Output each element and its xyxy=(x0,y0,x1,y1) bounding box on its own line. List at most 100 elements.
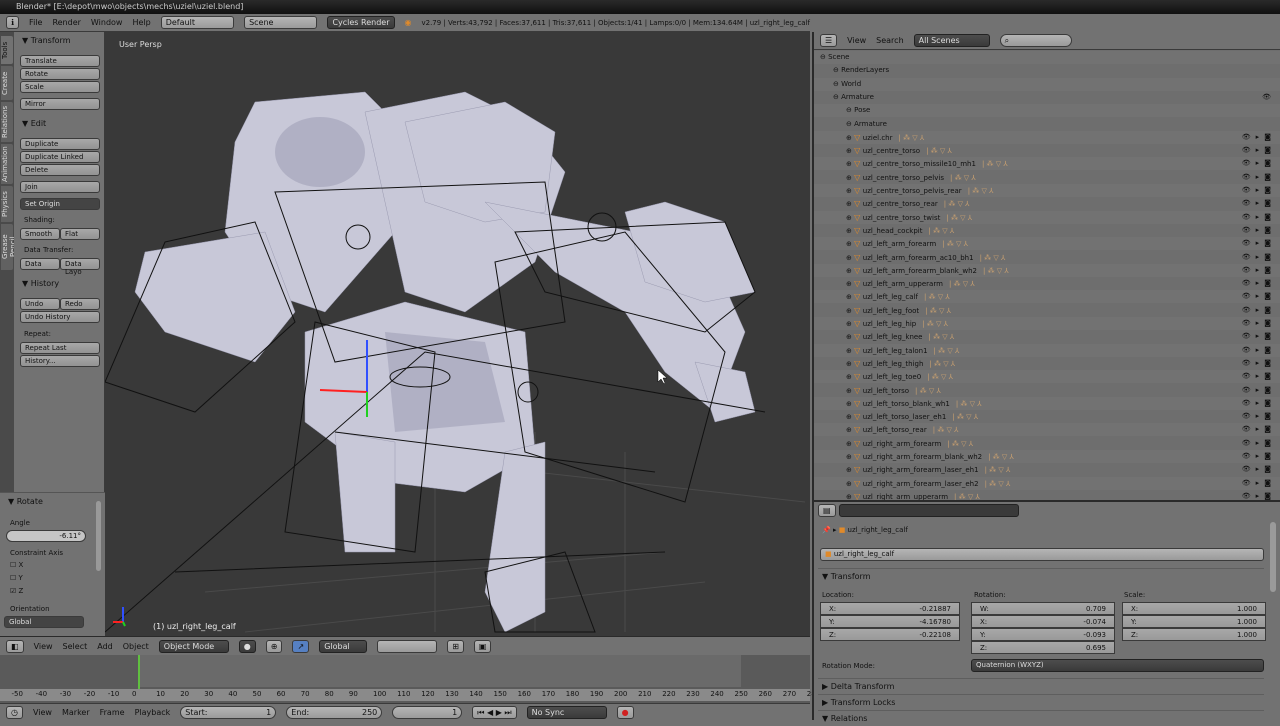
expand-icon[interactable]: ⊕ xyxy=(846,413,854,421)
outliner-object-item[interactable]: ⊕ ▽ uzl_centre_torso_twist | ⁂ ▽ ⅄ 👁▸◙ xyxy=(814,210,1280,224)
outliner-object-item[interactable]: ⊕ ▽ uziel.chr | ⁂ ▽ ⅄ 👁▸◙ xyxy=(814,130,1280,144)
expand-icon[interactable]: ⊕ xyxy=(846,373,854,381)
translate-button[interactable]: Translate xyxy=(20,55,100,67)
search-input[interactable]: ⌕ xyxy=(999,34,1072,47)
mode-select[interactable]: Object Mode xyxy=(158,639,229,653)
outliner-object-item[interactable]: ⊕ ▽ uzl_left_torso_rear | ⁂ ▽ ⅄ 👁▸◙ xyxy=(814,423,1280,437)
delta-transform-section[interactable]: ▶ Delta Transform xyxy=(818,678,1264,694)
editor-type-button[interactable]: ☰ xyxy=(820,34,838,47)
visibility-toggles[interactable]: 👁▸◙ xyxy=(1242,372,1276,380)
edit-panel-header[interactable]: ▼ Edit xyxy=(22,119,46,128)
menu-window[interactable]: Window xyxy=(91,18,123,27)
menu-object[interactable]: Object xyxy=(123,642,149,651)
expand-icon[interactable]: ⊕ xyxy=(846,347,854,355)
layers-grid[interactable] xyxy=(377,639,438,653)
expand-icon[interactable]: ⊖ xyxy=(820,53,828,61)
visibility-toggles[interactable]: 👁▸◙ xyxy=(1242,173,1276,181)
visibility-toggles[interactable]: 👁▸◙ xyxy=(1242,159,1276,167)
rotation-x-field[interactable]: X: -0.074 xyxy=(971,615,1115,628)
visibility-toggles[interactable]: 👁▸◙ xyxy=(1242,346,1276,354)
expand-icon[interactable]: ⊕ xyxy=(846,254,854,262)
outliner-object-item[interactable]: ⊕ ▽ uzl_left_leg_toe0 | ⁂ ▽ ⅄ 👁▸◙ xyxy=(814,370,1280,384)
start-frame-field[interactable]: Start: 1 xyxy=(180,705,277,719)
axis-z-checkbox[interactable]: ☑ Z xyxy=(10,587,23,595)
outliner-object-item[interactable]: ⊕ ▽ uzl_centre_torso_missile10_mh1 | ⁂ ▽ … xyxy=(814,157,1280,171)
expand-icon[interactable]: ⊕ xyxy=(846,214,854,222)
relations-section[interactable]: ▼ Relations xyxy=(818,710,1264,726)
visibility-toggles[interactable]: 👁▸◙ xyxy=(1242,332,1276,340)
visibility-toggles[interactable]: 👁▸◙ xyxy=(1242,425,1276,433)
expand-icon[interactable]: ⊖ xyxy=(833,80,841,88)
location-x-field[interactable]: X: -0.21887 xyxy=(820,602,960,615)
join-button[interactable]: Join xyxy=(20,181,100,193)
menu-marker[interactable]: Marker xyxy=(62,708,90,717)
timeline[interactable]: -50 -40 -30 -20 -10 0 10 20 30 40 50 60 70 80 90 100 110… xyxy=(0,655,820,703)
editor-type-button[interactable]: ▤ xyxy=(818,504,836,517)
expand-icon[interactable]: ⊕ xyxy=(846,267,854,275)
expand-icon[interactable]: ⊖ xyxy=(846,120,854,128)
object-name-field[interactable]: ■ uzl_right_leg_calf xyxy=(820,548,1264,561)
visibility-toggles[interactable]: 👁▸◙ xyxy=(1242,186,1276,194)
expand-icon[interactable]: ⊕ xyxy=(846,174,854,182)
pivot-select[interactable]: ⊕ xyxy=(265,639,283,653)
outliner-item[interactable]: ⊖ Pose xyxy=(814,104,1280,118)
outliner-object-item[interactable]: ⊕ ▽ uzl_left_leg_hip | ⁂ ▽ ⅄ 👁▸◙ xyxy=(814,317,1280,330)
expand-icon[interactable]: ⊖ xyxy=(833,66,841,74)
outliner-object-item[interactable]: ⊕ ▽ uzl_left_torso | ⁂ ▽ ⅄ 👁▸◙ xyxy=(814,384,1280,397)
outliner-object-item[interactable]: ⊕ ▽ uzl_centre_torso_pelvis | ⁂ ▽ ⅄ 👁▸◙ xyxy=(814,171,1280,184)
tab-physics[interactable]: Physics xyxy=(1,186,13,222)
outliner-object-item[interactable]: ⊕ ▽ uzl_left_arm_forearm_blank_wh2 | ⁂ ▽ … xyxy=(814,263,1280,277)
scale-button[interactable]: Scale xyxy=(20,81,100,93)
outliner-item[interactable]: ⊖ World xyxy=(814,77,1280,91)
expand-icon[interactable]: ⊕ xyxy=(846,280,854,288)
expand-icon[interactable]: ⊕ xyxy=(846,453,854,461)
outliner-object-item[interactable]: ⊕ ▽ uzl_left_leg_knee | ⁂ ▽ ⅄ 👁▸◙ xyxy=(814,330,1280,343)
expand-icon[interactable]: ⊕ xyxy=(846,360,854,368)
visibility-toggles[interactable]: 👁▸◙ xyxy=(1242,292,1276,300)
outliner-object-item[interactable]: ⊕ ▽ uzl_right_arm_forearm | ⁂ ▽ ⅄ 👁▸◙ xyxy=(814,437,1280,450)
outliner-object-item[interactable]: ⊕ ▽ uzl_left_arm_forearm_ac10_bh1 | ⁂ ▽ ⅄… xyxy=(814,251,1280,264)
outliner-object-item[interactable]: ⊕ ▽ uzl_left_arm_upperarm | ⁂ ▽ ⅄ 👁▸◙ xyxy=(814,277,1280,290)
menu-file[interactable]: File xyxy=(29,18,42,27)
transform-locks-section[interactable]: ▶ Transform Locks xyxy=(818,694,1264,710)
expand-icon[interactable]: ⊕ xyxy=(846,134,854,142)
outliner-item[interactable]: ⊖ RenderLayers xyxy=(814,64,1280,77)
transform-orientation-select[interactable]: Global xyxy=(319,639,368,653)
3d-viewport[interactable]: User Persp (1) uzl_right_leg_calf xyxy=(105,32,810,636)
repeat-last-button[interactable]: Repeat Last xyxy=(20,342,100,354)
outliner-object-item[interactable]: ⊕ ▽ uzl_left_arm_forearm | ⁂ ▽ ⅄ 👁▸◙ xyxy=(814,237,1280,251)
angle-field[interactable]: -6.11° xyxy=(6,530,86,542)
menu-select[interactable]: Select xyxy=(63,642,88,651)
expand-icon[interactable]: ⊕ xyxy=(846,293,854,301)
outliner-object-item[interactable]: ⊕ ▽ uzl_left_leg_thigh | ⁂ ▽ ⅄ 👁▸◙ xyxy=(814,357,1280,370)
set-origin-select[interactable]: Set Origin xyxy=(20,198,100,210)
expand-icon[interactable]: ⊕ xyxy=(846,466,854,474)
expand-icon[interactable]: ⊕ xyxy=(846,187,854,195)
visibility-toggles[interactable]: 👁▸◙ xyxy=(1242,306,1276,314)
layout-selector[interactable]: Default xyxy=(160,16,235,29)
visibility-toggles[interactable]: 👁▸◙ xyxy=(1242,253,1276,261)
scale-z-field[interactable]: Z: 1.000 xyxy=(1122,628,1266,641)
expand-icon[interactable]: ⊕ xyxy=(846,227,854,235)
outliner-object-item[interactable]: ⊕ ▽ uzl_left_leg_talon1 | ⁂ ▽ ⅄ 👁▸◙ xyxy=(814,343,1280,357)
outliner-object-item[interactable]: ⊕ ▽ uzl_right_arm_forearm_blank_wh2 | ⁂ ▽… xyxy=(814,450,1280,463)
expand-icon[interactable]: ⊕ xyxy=(846,440,854,448)
expand-icon[interactable]: ⊕ xyxy=(846,200,854,208)
duplicate-linked-button[interactable]: Duplicate Linked xyxy=(20,151,100,163)
frame-ruler[interactable]: -50 -40 -30 -20 -10 0 10 20 30 40 50 60 70 80 90 100 110… xyxy=(0,689,820,701)
end-frame-field[interactable]: End: 250 xyxy=(286,705,383,719)
outliner-object-item[interactable]: ⊕ ▽ uzl_left_leg_foot | ⁂ ▽ ⅄ 👁▸◙ xyxy=(814,304,1280,317)
delete-button[interactable]: Delete xyxy=(20,164,100,176)
visibility-toggles[interactable]: 👁▸◙ xyxy=(1242,146,1276,154)
visibility-toggles[interactable]: 👁▸◙ xyxy=(1242,479,1276,487)
visibility-toggles[interactable]: 👁▸◙ xyxy=(1242,199,1276,207)
menu-help[interactable]: Help xyxy=(132,18,150,27)
smooth-button[interactable]: Smooth xyxy=(20,228,60,240)
render-preview-button[interactable]: ▣ xyxy=(473,639,492,653)
tab-relations[interactable]: Relations xyxy=(1,102,13,142)
expand-icon[interactable]: ⊕ xyxy=(846,240,854,248)
panel-scrollbar[interactable] xyxy=(96,501,101,571)
rotation-mode-select[interactable]: Quaternion (WXYZ) xyxy=(971,659,1264,672)
tab-tools[interactable]: Tools xyxy=(1,36,13,64)
visibility-toggles[interactable]: 👁▸◙ xyxy=(1242,133,1276,141)
